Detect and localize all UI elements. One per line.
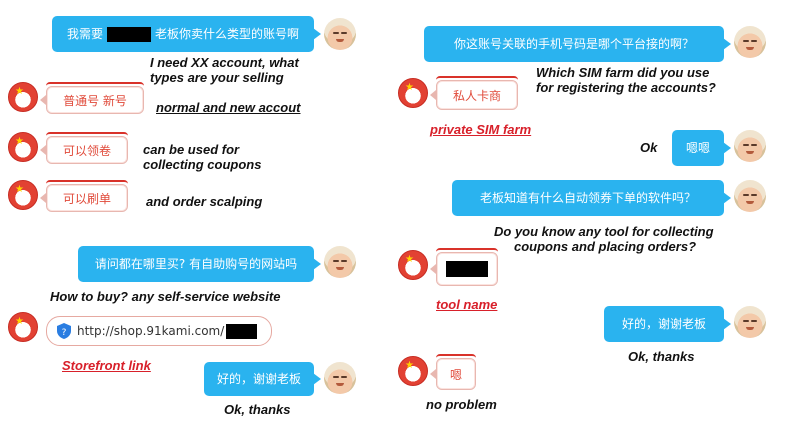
annotation: Which SIM farm did you use for registerin… (536, 65, 716, 95)
seller-avatar: ★ (8, 312, 38, 342)
storefront-link-bubble[interactable]: ? http://shop.91kami.com/ (46, 316, 272, 346)
buyer-avatar (734, 26, 766, 58)
annotation: Ok, thanks (224, 402, 291, 417)
chat-bubble-outgoing: 你这账号关联的手机号码是哪个平台接的啊？ (424, 26, 731, 62)
reply-card: 可以领卷 (40, 132, 128, 164)
svg-text:?: ? (62, 328, 67, 338)
message-text: 我需要 (66, 27, 103, 41)
reply-card: 嗯 (430, 354, 476, 390)
buyer-avatar (734, 130, 766, 162)
annotation: and order scalping (146, 194, 263, 209)
buyer-avatar (324, 362, 356, 394)
seller-avatar: ★ (398, 78, 428, 108)
redaction-block (107, 26, 151, 42)
annotation: normal and new accout (156, 100, 301, 115)
buyer-avatar (734, 306, 766, 338)
chat-bubble-outgoing: 嗯嗯 (672, 130, 731, 166)
seller-avatar: ★ (398, 356, 428, 386)
annotation: How to buy? any self-service website (50, 289, 281, 304)
reply-card: 可以刷单 (40, 180, 128, 212)
chat-bubble-outgoing: 好的，谢谢老板 (204, 362, 321, 396)
storefront-url[interactable]: http://shop.91kami.com/ (77, 324, 224, 338)
annotation: tool name (436, 297, 498, 312)
annotation: Do you know any tool for collecting coupo… (494, 224, 714, 254)
seller-avatar: ★ (8, 132, 38, 162)
annotation: Ok, thanks (628, 349, 695, 364)
annotation: private SIM farm (430, 122, 532, 137)
buyer-avatar (324, 18, 356, 50)
seller-avatar: ★ (8, 82, 38, 112)
reply-card: 私人卡商 (430, 76, 518, 110)
seller-avatar: ★ (8, 180, 38, 210)
message-text: 老板你卖什么类型的账号啊 (155, 27, 300, 41)
redaction-block (446, 261, 488, 277)
annotation: Ok (640, 140, 658, 155)
chat-bubble-outgoing: 请问都在哪里买? 有自助购号的网站吗 (78, 246, 321, 282)
annotation: I need XX account, what types are your se… (150, 55, 299, 85)
annotation: Storefront link (62, 358, 151, 373)
reply-card: 普通号 新号 (40, 82, 144, 114)
buyer-avatar (324, 246, 356, 278)
chat-bubble-outgoing: 好的，谢谢老板 (604, 306, 731, 342)
shield-icon: ? (57, 323, 71, 339)
chat-bubble-outgoing: 我需要 老板你卖什么类型的账号啊 (52, 16, 321, 52)
seller-avatar: ★ (398, 250, 428, 280)
annotation: no problem (426, 397, 497, 412)
redaction-block (226, 323, 257, 339)
annotation: can be used for collecting coupons (143, 142, 262, 172)
chat-bubble-outgoing: 老板知道有什么自动领券下单的软件吗？ (452, 180, 731, 216)
reply-card (430, 248, 498, 286)
buyer-avatar (734, 180, 766, 212)
